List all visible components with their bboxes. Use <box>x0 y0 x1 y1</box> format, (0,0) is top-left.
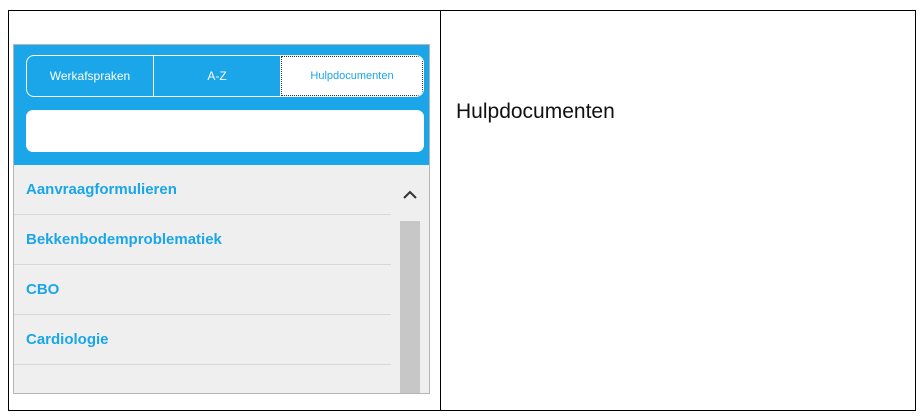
chevron-up-icon <box>403 190 417 199</box>
scroll-thumb[interactable] <box>400 221 420 393</box>
scrollbar[interactable] <box>391 165 429 393</box>
list-items-container: Aanvraagformulieren Bekkenbodemproblemat… <box>14 165 391 365</box>
tab-a-z[interactable]: A-Z <box>154 56 281 96</box>
list-item[interactable]: Bekkenbodemproblematiek <box>14 215 391 265</box>
tab-hulpdocumenten[interactable]: Hulpdocumenten <box>281 56 423 96</box>
document-navigator-widget: Werkafspraken A-Z Hulpdocumenten Aanvraa… <box>13 44 430 394</box>
list-item[interactable]: Cardiologie <box>14 315 391 365</box>
scroll-up-button[interactable] <box>391 179 429 211</box>
caption-text: Hulpdocumenten <box>456 100 615 123</box>
search-input[interactable] <box>26 110 424 152</box>
document-list: Aanvraagformulieren Bekkenbodemproblemat… <box>14 165 429 393</box>
table-column-divider <box>440 11 441 410</box>
list-item[interactable]: CBO <box>14 265 391 315</box>
list-item[interactable]: Aanvraagformulieren <box>14 165 391 215</box>
tab-werkafspraken[interactable]: Werkafspraken <box>27 56 154 96</box>
tab-bar: Werkafspraken A-Z Hulpdocumenten <box>26 55 424 97</box>
